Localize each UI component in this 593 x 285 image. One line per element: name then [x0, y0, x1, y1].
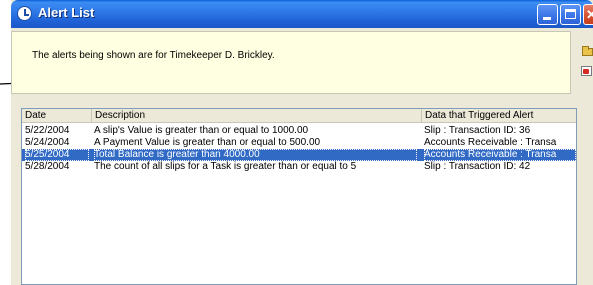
row-date: 5/25/2004	[25, 149, 89, 161]
title-bar[interactable]: Alert List ✕	[11, 0, 593, 28]
alert-banner	[11, 31, 571, 94]
alert-list-table[interactable]: Date Description Data that Triggered Ale…	[21, 108, 577, 285]
clock-icon	[17, 6, 32, 21]
minimize-icon	[543, 17, 551, 20]
alert-list-window: Alert List ✕ The alerts being shown are …	[11, 0, 593, 285]
row-trigger: Slip : Transaction ID: 36	[424, 125, 531, 136]
table-row[interactable]: 5/24/2004 A Payment Value is greater tha…	[22, 137, 576, 149]
column-header-date[interactable]: Date	[22, 109, 92, 123]
table-row[interactable]: 5/28/2004 The count of all slips for a T…	[22, 161, 576, 173]
close-button[interactable]: ✕	[583, 4, 593, 25]
folder-icon[interactable]	[582, 46, 593, 56]
column-header-description[interactable]: Description	[92, 109, 422, 123]
row-date: 5/22/2004	[25, 125, 70, 136]
row-description: Total Balance is greater than 4000.00	[94, 149, 417, 161]
row-description: The count of all slips for a Task is gre…	[94, 161, 357, 172]
window-title: Alert List	[38, 5, 95, 20]
close-icon: ✕	[586, 7, 593, 22]
row-trigger: Slip : Transaction ID: 42	[424, 161, 531, 172]
maximize-button[interactable]	[560, 4, 581, 25]
maximize-icon	[565, 9, 576, 19]
minimize-button[interactable]	[537, 4, 558, 25]
column-header-trigger[interactable]: Data that Triggered Alert	[422, 109, 576, 123]
table-row-selected[interactable]: 5/25/2004 Total Balance is greater than …	[22, 149, 576, 161]
banner-text: The alerts being shown are for Timekeepe…	[32, 50, 275, 61]
row-trigger: Accounts Receivable : Transa	[424, 149, 576, 161]
row-date: 5/24/2004	[25, 137, 70, 148]
table-row[interactable]: 5/22/2004 A slip's Value is greater than…	[22, 125, 576, 137]
row-date: 5/28/2004	[25, 161, 70, 172]
row-trigger: Accounts Receivable : Transa	[424, 137, 557, 148]
export-icon[interactable]	[581, 66, 592, 76]
row-description: A Payment Value is greater than or equal…	[94, 137, 321, 148]
row-description: A slip's Value is greater than or equal …	[94, 125, 309, 136]
